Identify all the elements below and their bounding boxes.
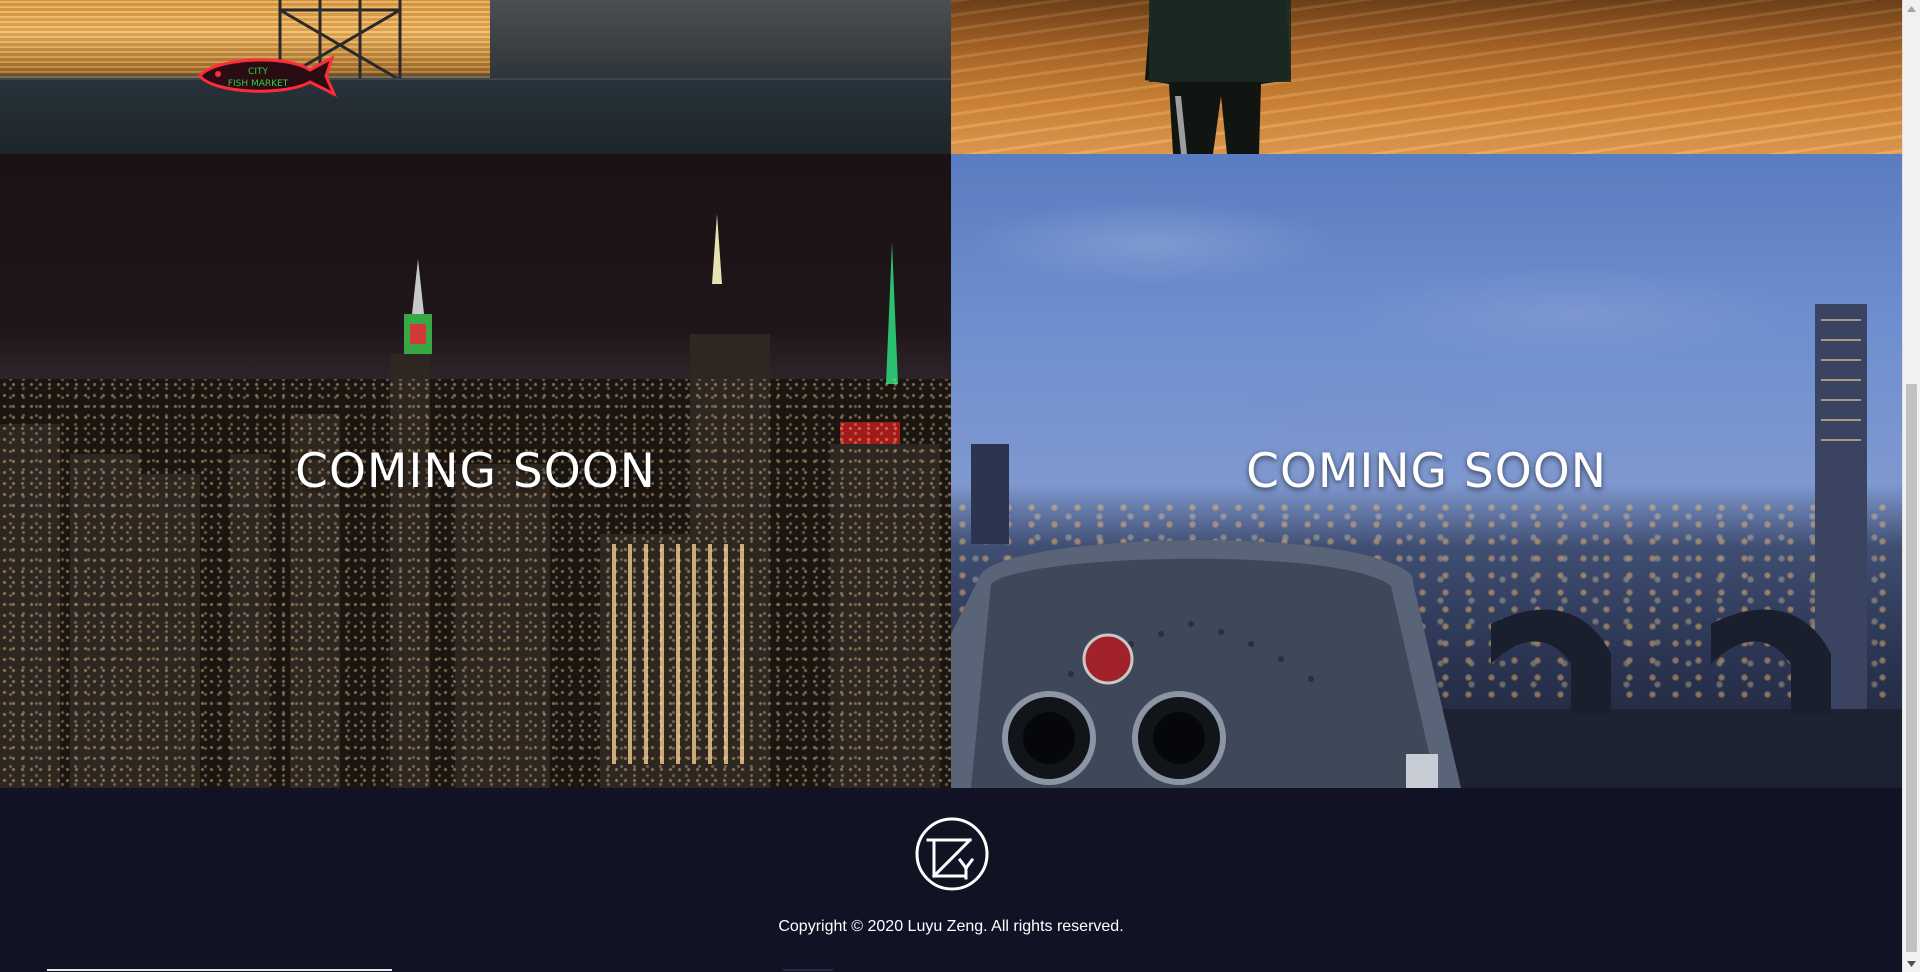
scroll-up-arrow-icon[interactable] xyxy=(1903,0,1920,17)
gallery-tile-city-viewer[interactable]: COMING SOON xyxy=(951,154,1902,788)
page: CITY FISH MARKET COMING SOON COMING SOON… xyxy=(0,0,1920,972)
tile-caption-city-night: COMING SOON xyxy=(295,444,656,499)
court-floor-detail xyxy=(951,0,1902,154)
fish-sign-text: CITY xyxy=(248,67,268,77)
copyright-text: Copyright © 2020 Luyu Zeng. All rights r… xyxy=(778,918,1124,935)
rooftop-photo-detail xyxy=(0,78,951,154)
city-lights-detail xyxy=(0,379,951,788)
footer-divider-secondary xyxy=(783,969,833,971)
page-viewport: CITY FISH MARKET COMING SOON COMING SOON… xyxy=(0,0,1902,972)
lz-monogram-icon[interactable] xyxy=(914,816,990,892)
gallery-tile-basketball-court[interactable] xyxy=(951,0,1902,154)
scroll-down-arrow-icon[interactable] xyxy=(1903,955,1920,972)
page-scrollbar[interactable] xyxy=(1902,0,1920,972)
tile-caption-city-viewer: COMING SOON xyxy=(1246,444,1607,499)
site-footer: Copyright © 2020 Luyu Zeng. All rights r… xyxy=(0,788,1902,972)
svg-text:FISH MARKET: FISH MARKET xyxy=(228,79,289,89)
scrollbar-thumb[interactable] xyxy=(1906,384,1917,952)
fish-neon-sign: CITY FISH MARKET xyxy=(198,54,338,98)
player-silhouette xyxy=(1145,0,1291,154)
footer-divider xyxy=(47,969,392,971)
gallery-tile-city-night[interactable]: COMING SOON xyxy=(0,154,951,788)
gallery-tile-fish-market[interactable]: CITY FISH MARKET xyxy=(0,0,951,154)
